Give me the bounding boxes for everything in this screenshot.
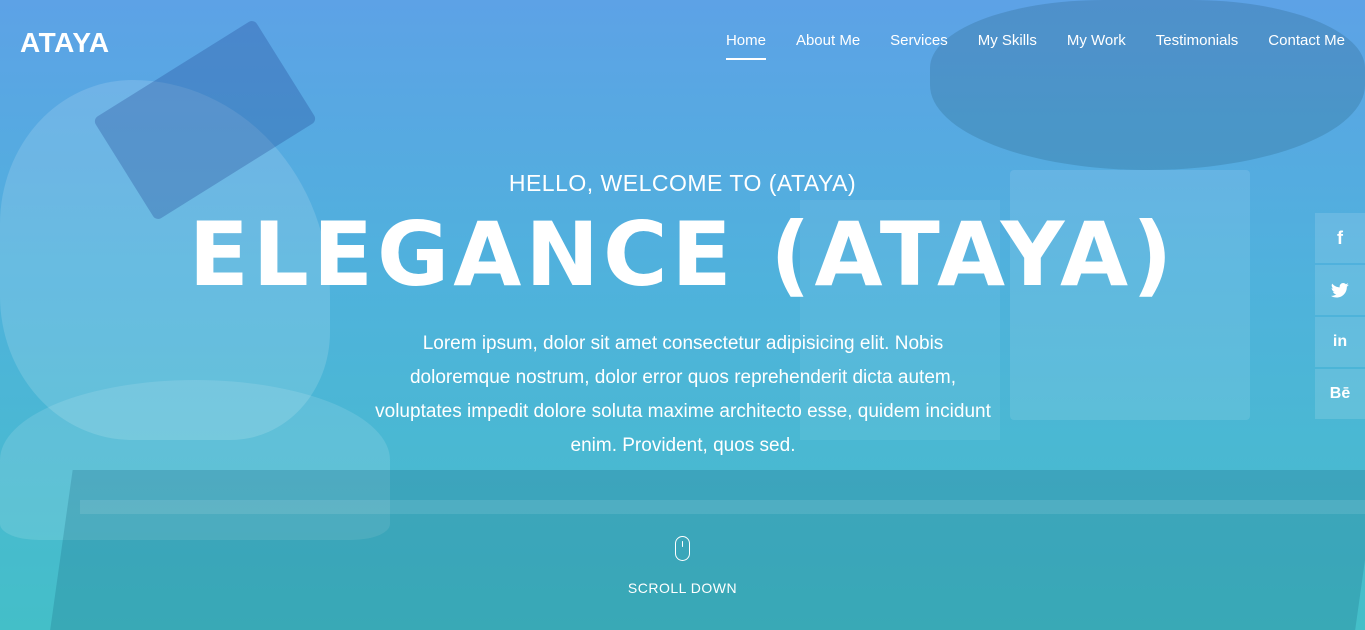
nav-item-about-me[interactable]: About Me [796, 32, 860, 57]
background-table [47, 470, 1365, 630]
main-nav: Home About Me Services My Skills My Work… [725, 32, 1345, 60]
facebook-button[interactable]: f [1315, 213, 1365, 263]
hero-paragraph: Lorem ipsum, dolor sit amet consectetur … [375, 333, 991, 456]
twitter-button[interactable] [1315, 265, 1365, 315]
background-table-edge [80, 500, 1365, 514]
twitter-icon [1331, 282, 1349, 297]
hero-section: ATAYA Home About Me Services My Skills M… [0, 0, 1365, 630]
behance-icon: Bē [1329, 385, 1351, 402]
site-logo[interactable]: ATAYA [20, 27, 110, 59]
social-sidebar: f in Bē [1315, 213, 1365, 419]
facebook-icon: f [1337, 227, 1343, 248]
nav-item-services[interactable]: Services [890, 32, 948, 57]
linkedin-icon: in [1332, 333, 1348, 350]
hero-subtitle: HELLO, WELCOME TO (ATAYA) [508, 170, 857, 196]
hero-headline: ELEGANCE (ATAYA) [188, 203, 1177, 306]
behance-button[interactable]: Bē [1315, 369, 1365, 419]
background-plant [930, 0, 1365, 170]
nav-item-testimonials[interactable]: Testimonials [1156, 32, 1239, 57]
nav-item-my-work[interactable]: My Work [1067, 32, 1126, 57]
nav-item-home[interactable]: Home [725, 32, 766, 60]
nav-item-my-skills[interactable]: My Skills [978, 32, 1037, 57]
scroll-down-label[interactable]: SCROLL DOWN [0, 580, 1365, 596]
nav-item-contact-me[interactable]: Contact Me [1268, 32, 1345, 57]
linkedin-button[interactable]: in [1315, 317, 1365, 367]
mouse-icon[interactable] [675, 536, 690, 561]
